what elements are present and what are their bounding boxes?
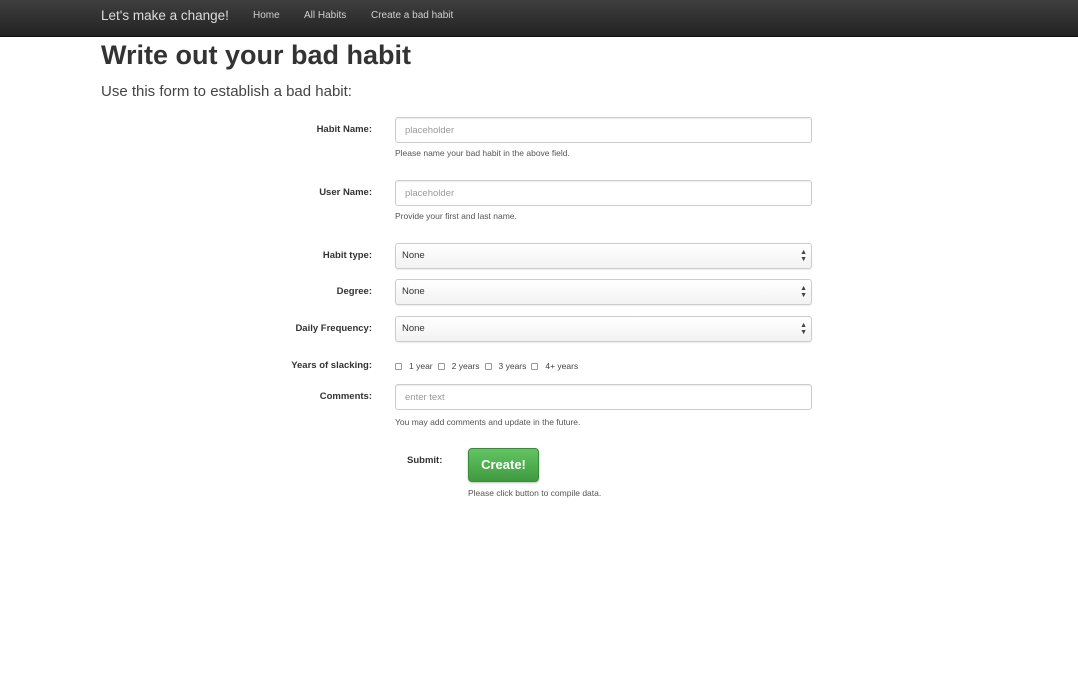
habit-type-select[interactable]: None ▲ ▼ <box>395 243 812 269</box>
navbar: Let's make a change! Home All Habits Cre… <box>0 0 1078 37</box>
years-3-checkbox[interactable] <box>484 362 492 370</box>
years-2-checkbox[interactable] <box>437 362 445 370</box>
habit-type-label: Habit type: <box>322 250 372 261</box>
daily-frequency-label: Daily Frequency: <box>295 323 372 334</box>
submit-help: Please click button to compile data. <box>468 488 602 498</box>
select-arrows-icon: ▲ ▼ <box>800 285 807 299</box>
nav-all-habits-link[interactable]: All Habits <box>304 10 346 21</box>
years-1-label: 1 year <box>409 361 433 371</box>
daily-frequency-value: None <box>402 323 425 334</box>
brand-link[interactable]: Let's make a change! <box>101 8 229 23</box>
years-slacking-options: 1 year 2 years 3 years 4+ years <box>395 360 583 372</box>
select-arrows-icon: ▲ ▼ <box>800 249 807 263</box>
habit-name-input[interactable] <box>395 117 812 143</box>
nav-home-link[interactable]: Home <box>253 10 280 21</box>
select-arrows-icon: ▲ ▼ <box>800 322 807 336</box>
daily-frequency-select[interactable]: None ▲ ▼ <box>395 316 812 342</box>
comments-label: Comments: <box>319 391 372 402</box>
degree-value: None <box>402 286 425 297</box>
habit-name-label: Habit Name: <box>316 124 372 135</box>
habit-type-value: None <box>402 250 425 261</box>
years-1-checkbox[interactable] <box>395 362 402 370</box>
degree-select[interactable]: None ▲ ▼ <box>395 279 812 305</box>
page-lead: Use this form to establish a bad habit: <box>101 83 352 100</box>
years-slacking-label: Years of slacking: <box>291 360 372 371</box>
years-2-label: 2 years <box>451 361 480 371</box>
years-3-label: 3 years <box>498 361 527 371</box>
nav-create-habit-link[interactable]: Create a bad habit <box>371 10 453 21</box>
user-name-input[interactable] <box>395 180 812 206</box>
comments-input[interactable] <box>395 384 812 410</box>
degree-label: Degree: <box>336 286 372 297</box>
years-4plus-checkbox[interactable] <box>531 362 539 370</box>
habit-name-help: Please name your bad habit in the above … <box>395 148 570 158</box>
create-button[interactable]: Create! <box>468 448 539 482</box>
submit-label: Submit: <box>407 455 443 466</box>
user-name-label: User Name: <box>319 187 372 198</box>
user-name-help: Provide your first and last name. <box>395 211 517 221</box>
page-title: Write out your bad habit <box>101 40 411 70</box>
years-4plus-label: 4+ years <box>545 361 579 371</box>
comments-help: You may add comments and update in the f… <box>395 417 581 427</box>
